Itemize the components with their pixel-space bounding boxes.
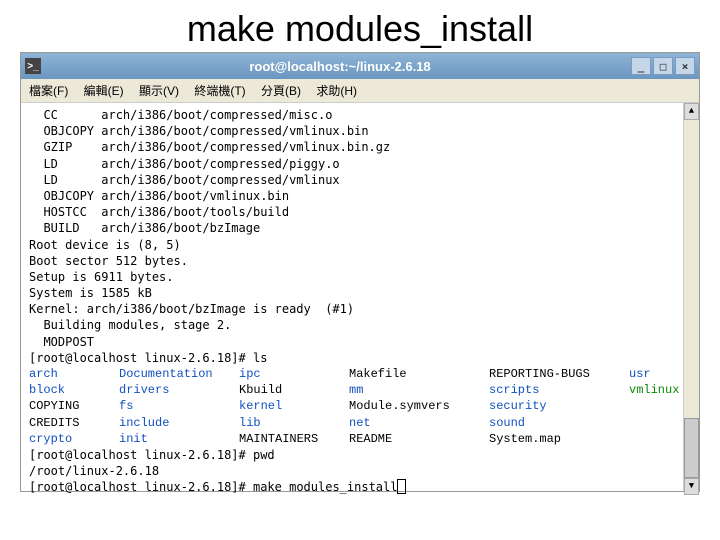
msg-building: Building modules, stage 2. (29, 317, 691, 333)
terminal-icon: >_ (25, 58, 41, 74)
ls-item: arch (29, 366, 119, 382)
prompt-ls: [root@localhost linux-2.6.18]# ls (29, 350, 691, 366)
msg-system: System is 1585 kB (29, 285, 691, 301)
slide-title: make modules_install (0, 0, 720, 52)
scrollbar[interactable]: ▲ ▼ (683, 103, 699, 491)
msg-setup: Setup is 6911 bytes. (29, 269, 691, 285)
prompt-make: [root@localhost linux-2.6.18]# make modu… (29, 479, 691, 495)
menubar: 檔案(F) 編輯(E) 顯示(V) 終端機(T) 分頁(B) 求助(H) (21, 79, 699, 103)
scrollbar-track[interactable] (684, 120, 699, 478)
msg-modpost: MODPOST (29, 334, 691, 350)
ls-item: drivers (119, 382, 239, 398)
ls-item (629, 398, 691, 414)
ls-item: REPORTING-BUGS (489, 366, 629, 382)
ls-item: README (349, 431, 489, 447)
ls-output: archDocumentationipcMakefileREPORTING-BU… (29, 366, 691, 447)
ls-item: System.map (489, 431, 629, 447)
ls-item: COPYING (29, 398, 119, 414)
ls-item: Documentation (119, 366, 239, 382)
msg-root-dev: Root device is (8, 5) (29, 237, 691, 253)
terminal-window: >_ root@localhost:~/linux-2.6.18 _ □ × 檔… (20, 52, 700, 492)
ls-item: crypto (29, 431, 119, 447)
scrollbar-thumb[interactable] (684, 418, 699, 478)
menu-edit[interactable]: 編輯(E) (84, 84, 124, 98)
ls-item: Kbuild (239, 382, 349, 398)
ls-item: vmlinux (629, 382, 691, 398)
msg-boot-sect: Boot sector 512 bytes. (29, 253, 691, 269)
menu-tabs[interactable]: 分頁(B) (261, 84, 301, 98)
ls-item: net (349, 415, 489, 431)
msg-kernel: Kernel: arch/i386/boot/bzImage is ready … (29, 301, 691, 317)
ls-item (629, 431, 691, 447)
ls-item: init (119, 431, 239, 447)
ls-item (629, 415, 691, 431)
ls-item: lib (239, 415, 349, 431)
ls-item: Module.symvers (349, 398, 489, 414)
ls-item: block (29, 382, 119, 398)
scrollbar-down-icon[interactable]: ▼ (684, 478, 699, 495)
menu-help[interactable]: 求助(H) (316, 84, 357, 98)
pwd-output: /root/linux-2.6.18 (29, 463, 691, 479)
menu-view[interactable]: 顯示(V) (139, 84, 179, 98)
ls-item: include (119, 415, 239, 431)
menu-file[interactable]: 檔案(F) (29, 84, 68, 98)
ls-item: mm (349, 382, 489, 398)
titlebar-text: root@localhost:~/linux-2.6.18 (49, 59, 631, 74)
build-output: CC arch/i386/boot/compressed/misc.o OBJC… (29, 107, 691, 237)
terminal-body[interactable]: CC arch/i386/boot/compressed/misc.o OBJC… (21, 103, 699, 491)
ls-item: ipc (239, 366, 349, 382)
ls-item: fs (119, 398, 239, 414)
maximize-button[interactable]: □ (653, 57, 673, 75)
ls-item: sound (489, 415, 629, 431)
minimize-button[interactable]: _ (631, 57, 651, 75)
ls-item: kernel (239, 398, 349, 414)
ls-item: Makefile (349, 366, 489, 382)
cursor-icon (397, 479, 406, 494)
ls-item: usr (629, 366, 691, 382)
close-button[interactable]: × (675, 57, 695, 75)
menu-terminal[interactable]: 終端機(T) (194, 84, 245, 98)
scrollbar-up-icon[interactable]: ▲ (684, 103, 699, 120)
ls-item: security (489, 398, 629, 414)
prompt-pwd: [root@localhost linux-2.6.18]# pwd (29, 447, 691, 463)
ls-item: MAINTAINERS (239, 431, 349, 447)
ls-item: CREDITS (29, 415, 119, 431)
ls-item: scripts (489, 382, 629, 398)
titlebar[interactable]: >_ root@localhost:~/linux-2.6.18 _ □ × (21, 53, 699, 79)
